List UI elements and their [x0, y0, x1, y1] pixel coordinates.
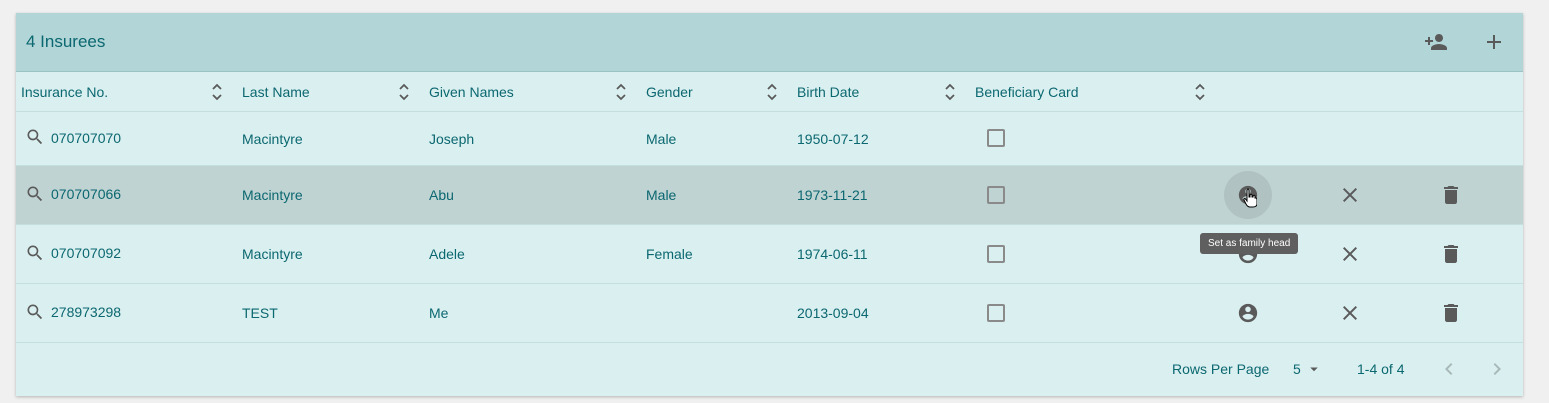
- last-name-cell: Macintyre: [242, 246, 303, 262]
- add-insuree-button[interactable]: [1478, 26, 1510, 58]
- sort-icon[interactable]: [398, 82, 410, 102]
- table-pagination: Rows Per Page 5 1-4 of 4: [16, 343, 1523, 396]
- column-header-birth-date[interactable]: Birth Date: [797, 84, 859, 100]
- rows-per-page-value: 5: [1293, 361, 1301, 377]
- chevron-right-icon: [1493, 363, 1501, 375]
- delete-insuree-button[interactable]: [1439, 183, 1463, 207]
- table-row[interactable]: 278973298 TEST Me 2013-09-04: [16, 284, 1523, 343]
- last-name-cell: Macintyre: [242, 187, 303, 203]
- insurance-no-cell: 070707092: [51, 245, 122, 261]
- birth-date-cell: 1974-06-11: [797, 246, 868, 262]
- sort-icon[interactable]: [944, 82, 956, 102]
- column-header-insurance-no[interactable]: Insurance No.: [21, 84, 108, 100]
- close-icon: [1343, 306, 1357, 320]
- last-name-cell: Macintyre: [242, 131, 303, 147]
- beneficiary-card-checkbox[interactable]: [987, 129, 1005, 147]
- birth-date-cell: 2013-09-04: [797, 305, 869, 321]
- given-names-cell: Me: [429, 305, 449, 321]
- column-header-given-names[interactable]: Given Names: [429, 84, 514, 100]
- insurees-panel: 4 Insurees Insurance No. Last Name Given…: [16, 13, 1523, 396]
- last-name-cell: TEST: [242, 305, 278, 321]
- add-icon: [1487, 35, 1501, 49]
- set-family-head-button[interactable]: [1236, 183, 1260, 207]
- beneficiary-card-checkbox[interactable]: [987, 304, 1005, 322]
- sort-icon[interactable]: [211, 82, 223, 102]
- remove-from-family-button[interactable]: [1338, 301, 1362, 325]
- search-icon[interactable]: [25, 184, 45, 204]
- delete-insuree-button[interactable]: [1439, 301, 1463, 325]
- search-icon[interactable]: [25, 302, 45, 322]
- given-names-cell: Abu: [429, 187, 454, 203]
- tooltip: Set as family head: [1200, 233, 1299, 254]
- panel-title: 4 Insurees: [26, 32, 106, 51]
- birth-date-cell: 1973-11-21: [797, 187, 868, 203]
- table-header-row: Insurance No. Last Name Given Names Gend…: [16, 72, 1523, 112]
- beneficiary-card-checkbox[interactable]: [987, 245, 1005, 263]
- sort-icon[interactable]: [766, 82, 778, 102]
- trash-icon: [1444, 245, 1458, 263]
- trash-icon: [1444, 304, 1458, 322]
- remove-from-family-button[interactable]: [1338, 183, 1362, 207]
- account-circle-icon: [1238, 185, 1258, 205]
- gender-cell: Male: [646, 187, 677, 203]
- dropdown-arrow-icon: [1310, 367, 1318, 372]
- panel-header: 4 Insurees: [16, 13, 1523, 72]
- table-row[interactable]: 070707070 Macintyre Joseph Male 1950-07-…: [16, 112, 1523, 166]
- sort-icon[interactable]: [615, 82, 627, 102]
- trash-icon: [1444, 186, 1458, 204]
- birth-date-cell: 1950-07-12: [797, 131, 869, 147]
- next-page-button[interactable]: [1485, 357, 1509, 381]
- insurance-no-cell: 070707066: [51, 186, 122, 202]
- column-header-beneficiary-card[interactable]: Beneficiary Card: [975, 84, 1079, 100]
- search-icon[interactable]: [25, 243, 45, 263]
- sort-icon[interactable]: [1194, 82, 1206, 102]
- close-icon: [1343, 247, 1357, 261]
- close-icon: [1343, 188, 1357, 202]
- column-header-gender[interactable]: Gender: [646, 84, 693, 100]
- add-existing-insuree-button[interactable]: [1420, 26, 1452, 58]
- search-icon[interactable]: [25, 127, 45, 147]
- delete-insuree-button[interactable]: [1439, 242, 1463, 266]
- beneficiary-card-checkbox[interactable]: [987, 186, 1005, 204]
- rows-per-page-label: Rows Per Page: [1172, 361, 1270, 377]
- chevron-left-icon: [1445, 363, 1453, 375]
- gender-cell: Male: [646, 131, 677, 147]
- remove-from-family-button[interactable]: [1338, 242, 1362, 266]
- set-family-head-button[interactable]: [1236, 301, 1260, 325]
- person-add-icon: [1425, 34, 1447, 50]
- given-names-cell: Joseph: [429, 131, 475, 147]
- column-header-last-name[interactable]: Last Name: [242, 84, 310, 100]
- pagination-range: 1-4 of 4: [1357, 361, 1405, 377]
- table-row[interactable]: 070707066 Macintyre Abu Male 1973-11-21: [16, 166, 1523, 225]
- insurance-no-cell: 070707070: [51, 130, 122, 146]
- account-circle-icon: [1238, 303, 1258, 323]
- given-names-cell: Adele: [429, 246, 465, 262]
- rows-per-page-select[interactable]: 5: [1293, 360, 1323, 378]
- insurance-no-cell: 278973298: [51, 304, 122, 320]
- previous-page-button[interactable]: [1437, 357, 1461, 381]
- gender-cell: Female: [646, 246, 693, 262]
